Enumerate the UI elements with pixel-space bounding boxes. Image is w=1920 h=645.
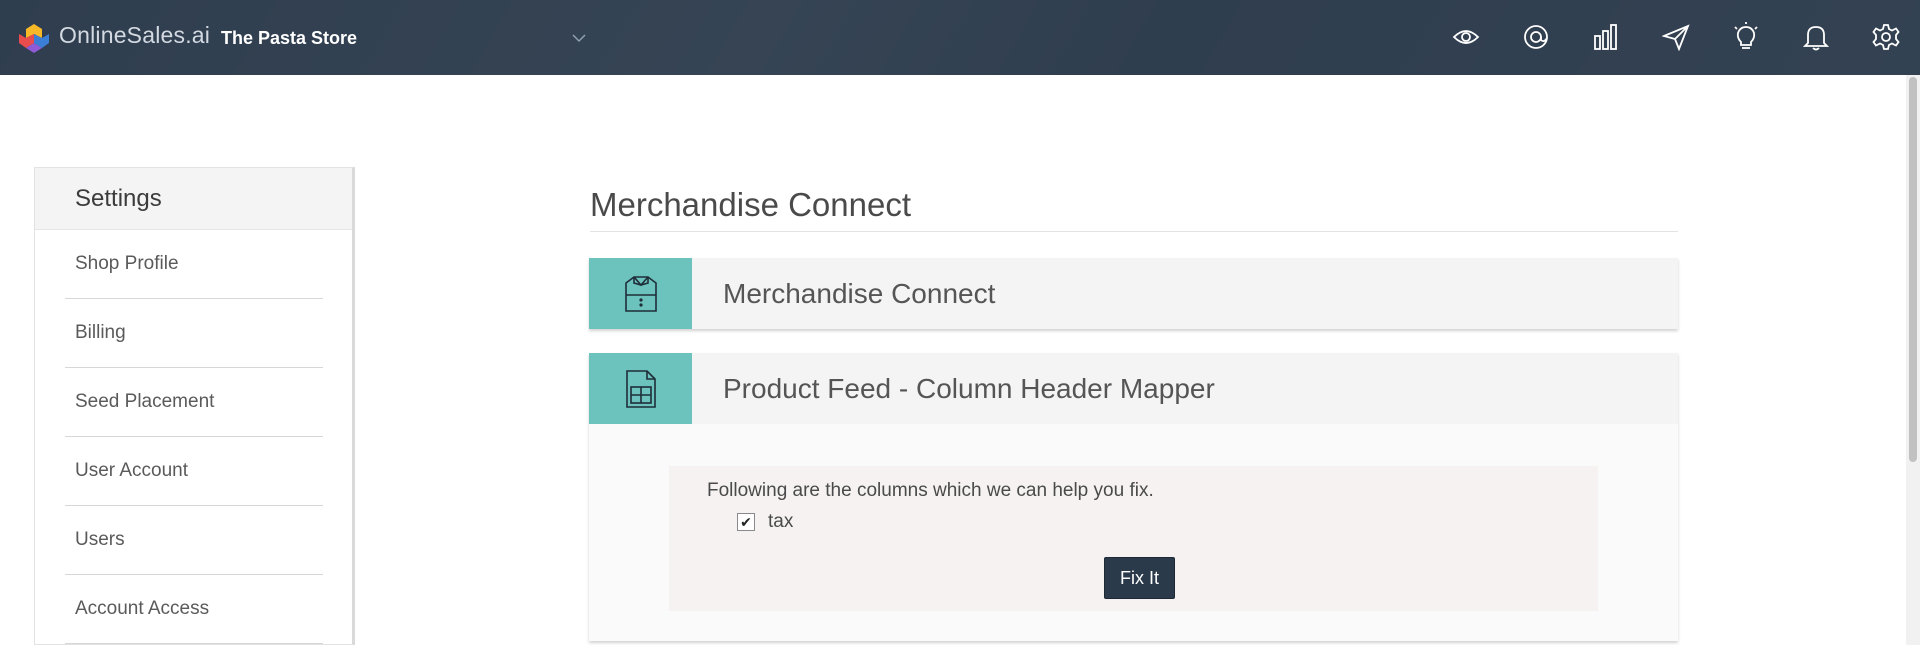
panel-title: Product Feed - Column Header Mapper (723, 372, 1215, 404)
brand-logo-icon[interactable] (18, 22, 50, 54)
column-mapper-box: Following are the columns which we can h… (669, 466, 1598, 611)
eye-icon[interactable] (1451, 22, 1481, 52)
gear-icon[interactable] (1871, 22, 1901, 52)
panel-body: Following are the columns which we can h… (589, 424, 1678, 641)
sidebar-item-seed-placement[interactable]: Seed Placement (65, 368, 323, 437)
panel-header[interactable]: Merchandise Connect (589, 258, 1678, 329)
brand-name[interactable]: OnlineSales.ai (59, 22, 210, 49)
chevron-down-icon[interactable] (570, 32, 588, 44)
scrollbar-thumb[interactable] (1909, 77, 1917, 462)
settings-sidebar: Settings Shop Profile Billing Seed Place… (34, 167, 355, 645)
lightbulb-icon[interactable] (1731, 22, 1761, 52)
store-selector-label[interactable]: The Pasta Store (221, 28, 357, 49)
merchandise-connect-panel[interactable]: Merchandise Connect (589, 258, 1678, 329)
send-icon[interactable] (1661, 22, 1691, 52)
panel-header[interactable]: Product Feed - Column Header Mapper (589, 353, 1678, 424)
bar-chart-icon[interactable] (1591, 22, 1621, 52)
at-target-icon[interactable] (1521, 22, 1551, 52)
sidebar-item-shop-profile[interactable]: Shop Profile (65, 230, 323, 299)
sidebar-item-user-account[interactable]: User Account (65, 437, 323, 506)
sidebar-title: Settings (35, 168, 352, 230)
checkbox-tax[interactable]: ✔ (737, 513, 755, 531)
mapper-message: Following are the columns which we can h… (707, 480, 1154, 501)
sidebar-item-users[interactable]: Users (65, 506, 323, 575)
sidebar-item-billing[interactable]: Billing (65, 299, 323, 368)
shirt-icon (589, 258, 692, 329)
page-title: Merchandise Connect (590, 186, 912, 223)
checkbox-label: tax (768, 511, 794, 532)
bell-icon[interactable] (1801, 22, 1831, 52)
sidebar-item-account-access[interactable]: Account Access (65, 575, 323, 644)
column-option-tax[interactable]: ✔ tax (737, 511, 793, 533)
column-header-mapper-panel[interactable]: Product Feed - Column Header Mapper Foll… (589, 353, 1678, 641)
scrollbar[interactable] (1906, 75, 1920, 645)
panel-title: Merchandise Connect (723, 277, 996, 309)
fix-it-button[interactable]: Fix It (1104, 557, 1175, 599)
document-icon (589, 353, 692, 424)
title-divider (590, 231, 1678, 232)
top-navbar: OnlineSales.ai The Pasta Store (0, 0, 1920, 75)
